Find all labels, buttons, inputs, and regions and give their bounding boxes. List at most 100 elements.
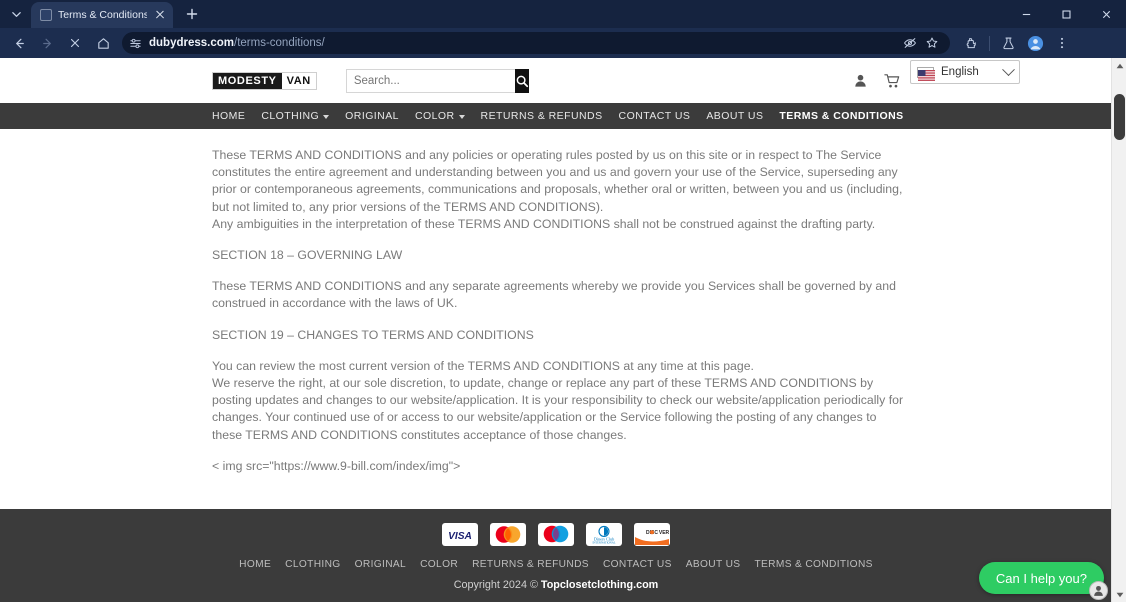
nav-item-clothing[interactable]: CLOTHING bbox=[261, 110, 330, 122]
scroll-down-button[interactable] bbox=[1112, 587, 1126, 602]
copyright-prefix: Copyright 2024 © bbox=[453, 579, 541, 591]
star-icon[interactable] bbox=[922, 33, 942, 53]
browser-toolbar: dubydress.com/terms-conditions/ bbox=[0, 28, 1126, 58]
cart-icon[interactable] bbox=[884, 73, 902, 89]
url-domain: dubydress.com bbox=[149, 37, 234, 49]
footer-link-returns-refunds[interactable]: RETURNS & REFUNDS bbox=[472, 559, 589, 570]
site-search bbox=[345, 68, 529, 93]
section-19-body-1: You can review the most current version … bbox=[212, 358, 754, 373]
logo-part-modesty: MODESTY bbox=[213, 72, 282, 89]
footer-link-contact-us[interactable]: CONTACT US bbox=[603, 559, 672, 570]
paragraph-intro: These TERMS AND CONDITIONS and any polic… bbox=[212, 148, 903, 214]
diners-club-icon: Diners Club INTERNATIONAL bbox=[586, 523, 622, 546]
flask-icon[interactable] bbox=[995, 30, 1021, 56]
nav-item-color[interactable]: COLOR bbox=[415, 110, 465, 122]
site-header: English MODESTY VAN bbox=[0, 58, 1112, 103]
window-controls bbox=[1006, 0, 1126, 28]
scrollbar-thumb[interactable] bbox=[1114, 94, 1125, 140]
back-button[interactable] bbox=[6, 30, 32, 56]
raw-img-tag-text: < img src="https://www.9-bill.com/index/… bbox=[212, 458, 461, 473]
copyright-text: Copyright 2024 © Topclosetclothing.com bbox=[0, 579, 1112, 591]
discover-icon: DISCVER bbox=[634, 523, 670, 546]
tab-favicon bbox=[40, 9, 52, 21]
main-navigation: HOME CLOTHING ORIGINAL COLOR RETURNS & R… bbox=[0, 103, 1112, 129]
svg-text:INTERNATIONAL: INTERNATIONAL bbox=[592, 541, 615, 545]
scroll-up-button[interactable] bbox=[1112, 58, 1126, 73]
logo-part-van: VAN bbox=[281, 72, 316, 89]
footer-link-home[interactable]: HOME bbox=[239, 559, 271, 570]
nav-label: CLOTHING bbox=[261, 110, 320, 122]
window-minimize-button[interactable] bbox=[1006, 0, 1046, 28]
address-bar-url: dubydress.com/terms-conditions/ bbox=[149, 37, 325, 49]
site-header-row: MODESTY VAN bbox=[0, 58, 1112, 103]
svg-text:VISA: VISA bbox=[448, 530, 472, 541]
section-19-body-2: We reserve the right, at our sole discre… bbox=[212, 376, 904, 442]
kebab-menu-icon[interactable] bbox=[1049, 30, 1075, 56]
chevron-down-icon bbox=[323, 114, 330, 119]
page-viewport: English MODESTY VAN Search... HOME CLOTH… bbox=[0, 58, 1126, 602]
search-button[interactable] bbox=[514, 68, 529, 93]
payment-methods: VISA Diners ClubINTERNATIONAL DISCVER bbox=[0, 509, 1112, 546]
nav-label: ABOUT US bbox=[706, 110, 764, 122]
nav-label: ORIGINAL bbox=[345, 110, 399, 122]
footer-link-about-us[interactable]: ABOUT US bbox=[686, 559, 741, 570]
forward-button[interactable] bbox=[34, 30, 60, 56]
eye-slash-icon[interactable] bbox=[900, 33, 920, 53]
footer-link-color[interactable]: COLOR bbox=[420, 559, 458, 570]
visa-icon: VISA bbox=[442, 523, 478, 546]
section-18-body: These TERMS AND CONDITIONS and any separ… bbox=[212, 279, 896, 311]
maestro-icon bbox=[538, 523, 574, 546]
nav-label: TERMS & CONDITIONS bbox=[779, 110, 904, 122]
window-maximize-button[interactable] bbox=[1046, 0, 1086, 28]
address-bar[interactable]: dubydress.com/terms-conditions/ bbox=[122, 32, 950, 54]
chat-widget-label: Can I help you? bbox=[995, 570, 1087, 586]
nav-label: HOME bbox=[212, 110, 246, 122]
extensions-icon[interactable] bbox=[958, 30, 984, 56]
site-settings-icon[interactable] bbox=[129, 37, 142, 50]
footer-link-original[interactable]: ORIGINAL bbox=[355, 559, 406, 570]
tab-close-icon[interactable] bbox=[153, 8, 167, 22]
footer-navigation: HOME CLOTHING ORIGINAL COLOR RETURNS & R… bbox=[0, 559, 1112, 570]
stop-loading-button[interactable] bbox=[62, 30, 88, 56]
tab-search-icon[interactable] bbox=[3, 1, 29, 27]
browser-titlebar: Terms & Conditions – MODEST bbox=[0, 0, 1126, 28]
nav-item-returns-refunds[interactable]: RETURNS & REFUNDS bbox=[481, 110, 603, 122]
nav-item-home[interactable]: HOME bbox=[212, 110, 245, 122]
omnibox-actions bbox=[900, 33, 944, 53]
new-tab-button[interactable] bbox=[179, 1, 205, 27]
support-agent-icon bbox=[1089, 581, 1108, 600]
nav-item-terms-conditions[interactable]: TERMS & CONDITIONS bbox=[779, 110, 903, 122]
mastercard-icon bbox=[490, 523, 526, 546]
paragraph-ambiguities: Any ambiguities in the interpretation of… bbox=[212, 216, 876, 231]
nav-item-about-us[interactable]: ABOUT US bbox=[706, 110, 763, 122]
footer-link-clothing[interactable]: CLOTHING bbox=[285, 559, 340, 570]
search-input[interactable] bbox=[345, 68, 515, 93]
nav-item-contact-us[interactable]: CONTACT US bbox=[619, 110, 691, 122]
page-scrollbar[interactable] bbox=[1111, 58, 1126, 602]
url-path: /terms-conditions/ bbox=[234, 37, 325, 49]
chat-widget[interactable]: Can I help you? bbox=[978, 562, 1108, 600]
window-close-button[interactable] bbox=[1086, 0, 1126, 28]
nav-item-original[interactable]: ORIGINAL bbox=[345, 110, 399, 122]
browser-tab[interactable]: Terms & Conditions – MODEST bbox=[31, 2, 173, 28]
section-19-heading: SECTION 19 – CHANGES TO TERMS AND CONDIT… bbox=[212, 327, 534, 342]
profile-icon[interactable] bbox=[1022, 30, 1048, 56]
header-icons bbox=[853, 73, 902, 89]
nav-label: COLOR bbox=[414, 110, 455, 122]
svg-text:VER: VER bbox=[659, 530, 669, 536]
nav-label: RETURNS & REFUNDS bbox=[480, 110, 603, 122]
chevron-down-icon bbox=[458, 114, 465, 119]
site-logo[interactable]: MODESTY VAN bbox=[212, 71, 317, 90]
home-button[interactable] bbox=[90, 30, 116, 56]
nav-label: CONTACT US bbox=[618, 110, 691, 122]
copyright-site-name: Topclosetclothing.com bbox=[540, 579, 659, 591]
page-content: These TERMS AND CONDITIONS and any polic… bbox=[0, 129, 903, 475]
account-icon[interactable] bbox=[853, 73, 868, 88]
browser-window: Terms & Conditions – MODEST bbox=[0, 0, 1126, 602]
footer-link-terms-conditions[interactable]: TERMS & CONDITIONS bbox=[754, 559, 872, 570]
